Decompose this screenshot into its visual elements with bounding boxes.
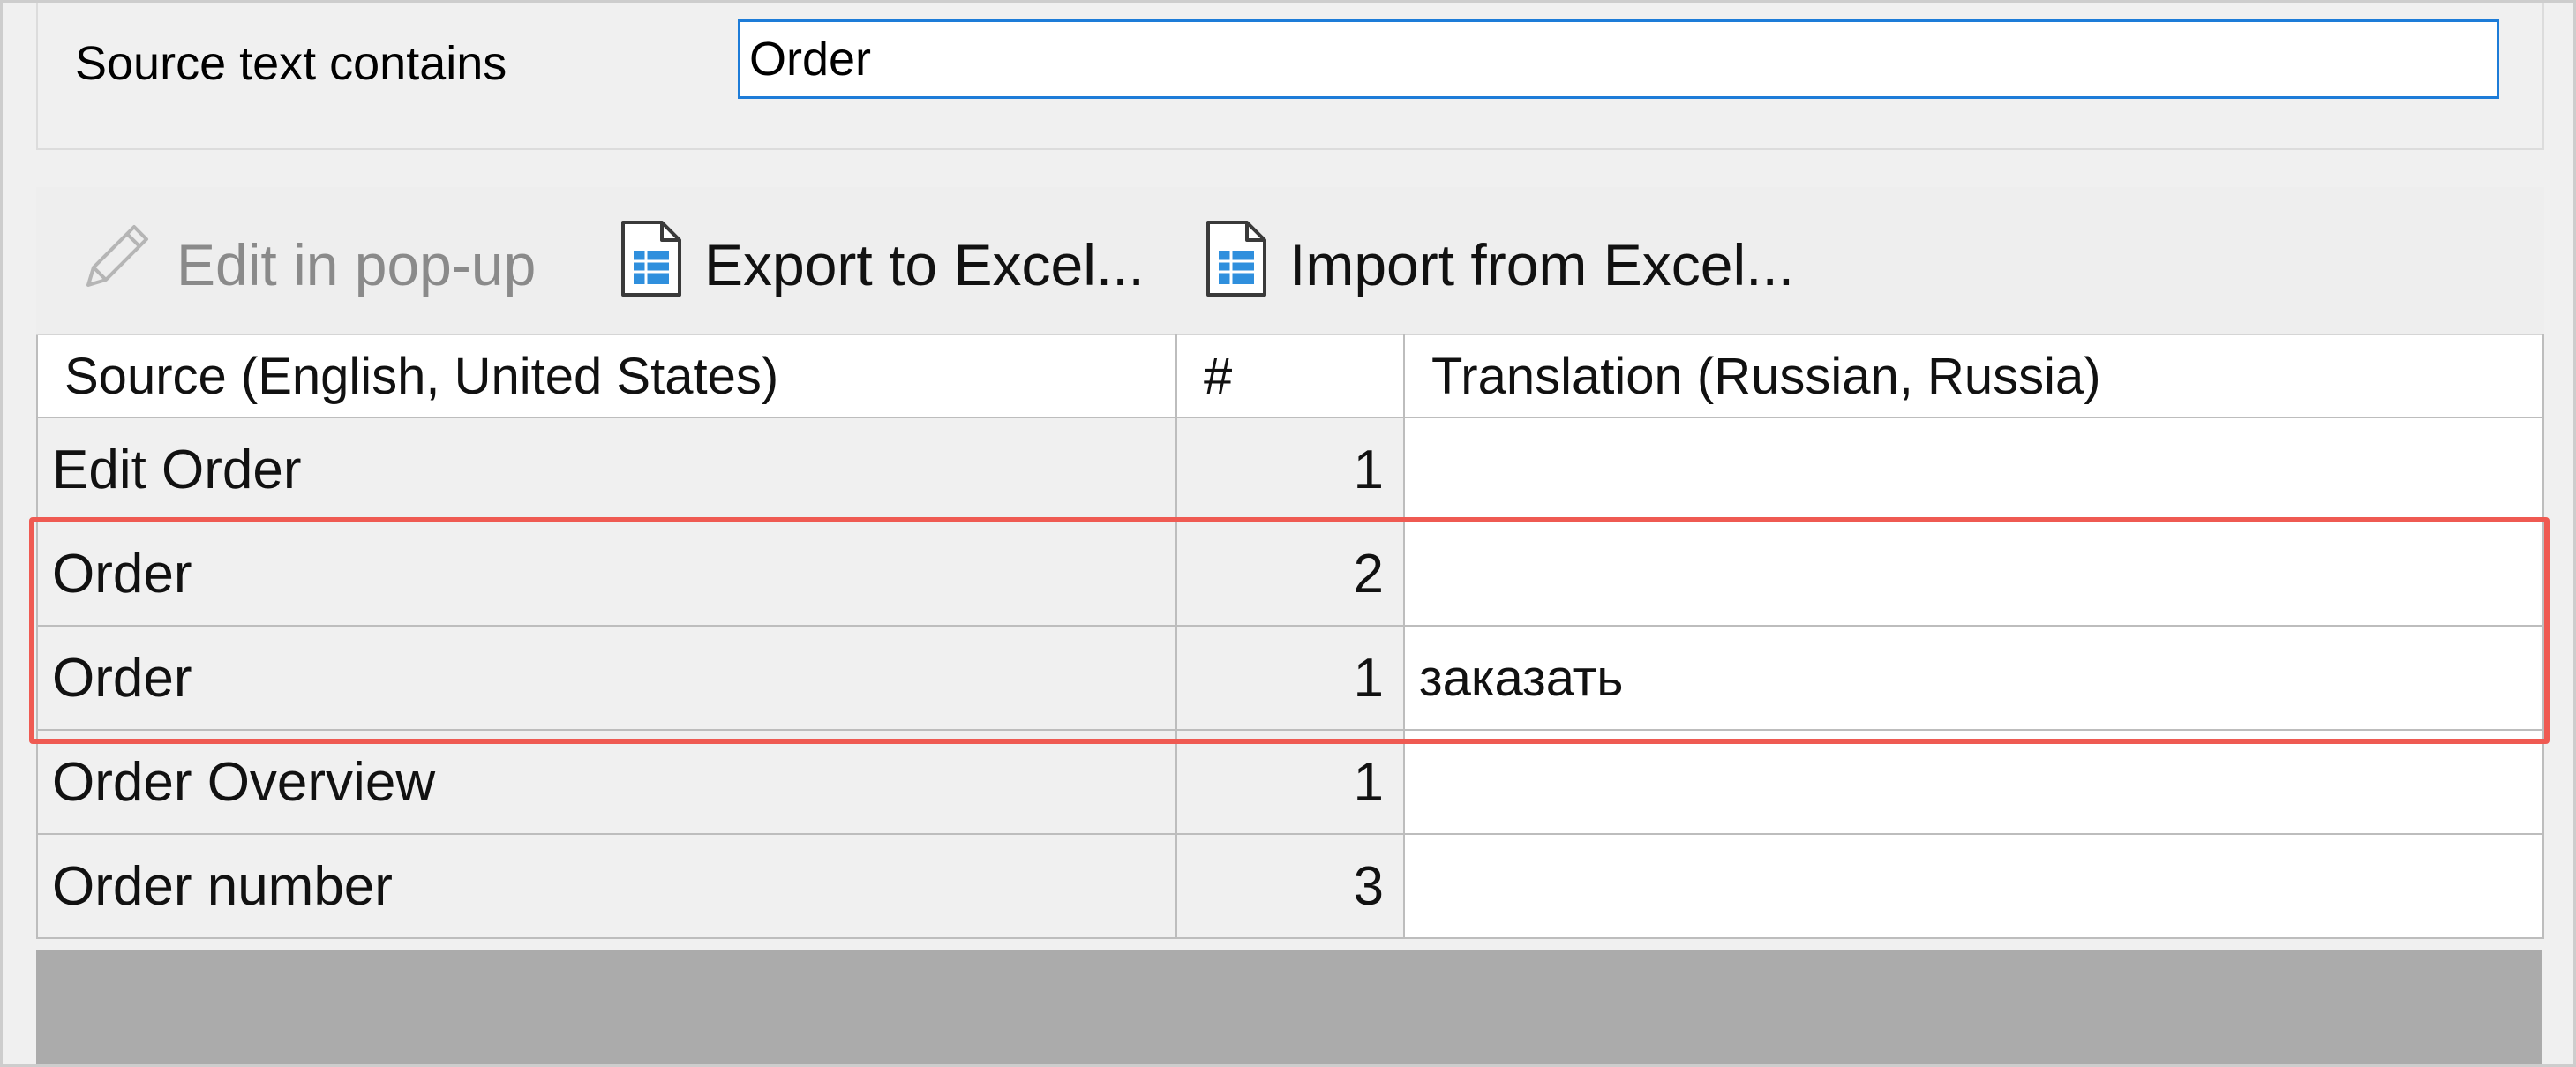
filter-label: Source text contains — [75, 37, 507, 90]
translation-cell[interactable] — [1403, 417, 2544, 522]
table-row[interactable]: Order 2 — [36, 521, 2544, 627]
count-cell: 1 — [1175, 417, 1405, 522]
translation-cell[interactable] — [1403, 729, 2544, 835]
table-row[interactable]: Order Overview 1 — [36, 729, 2544, 835]
count-cell: 1 — [1175, 625, 1405, 731]
column-header-translation[interactable]: Translation (Russian, Russia) — [1403, 334, 2544, 418]
table-row[interactable]: Order 1 заказать — [36, 625, 2544, 731]
count-cell: 3 — [1175, 833, 1405, 939]
source-cell: Order — [36, 625, 1177, 731]
grid-empty-area — [36, 950, 2542, 1067]
translation-cell[interactable]: заказать — [1403, 625, 2544, 731]
count-cell: 2 — [1175, 521, 1405, 627]
translation-cell[interactable] — [1403, 833, 2544, 939]
table-row[interactable]: Order number 3 — [36, 833, 2544, 939]
spreadsheet-icon — [618, 219, 685, 312]
grid-header-row: Source (English, United States) # Transl… — [36, 334, 2544, 418]
source-cell: Edit Order — [36, 417, 1177, 522]
column-header-count[interactable]: # — [1175, 334, 1405, 418]
source-cell: Order number — [36, 833, 1177, 939]
import-from-excel-button[interactable]: Import from Excel... — [1203, 220, 1795, 304]
edit-in-popup-label: Edit in pop-up — [176, 232, 537, 297]
source-cell: Order Overview — [36, 729, 1177, 835]
source-filter-input[interactable] — [738, 19, 2499, 99]
import-from-excel-label: Import from Excel... — [1289, 232, 1795, 297]
edit-in-popup-button[interactable]: Edit in pop-up — [72, 224, 537, 304]
translation-cell[interactable] — [1403, 521, 2544, 627]
spreadsheet-icon — [1203, 219, 1270, 312]
export-to-excel-button[interactable]: Export to Excel... — [618, 220, 1145, 304]
table-row[interactable]: Edit Order 1 — [36, 417, 2544, 522]
pencil-icon — [72, 216, 157, 314]
source-cell: Order — [36, 521, 1177, 627]
column-header-source[interactable]: Source (English, United States) — [36, 334, 1177, 418]
count-cell: 1 — [1175, 729, 1405, 835]
translation-grid: Source (English, United States) # Transl… — [36, 334, 2544, 939]
export-to-excel-label: Export to Excel... — [704, 232, 1145, 297]
